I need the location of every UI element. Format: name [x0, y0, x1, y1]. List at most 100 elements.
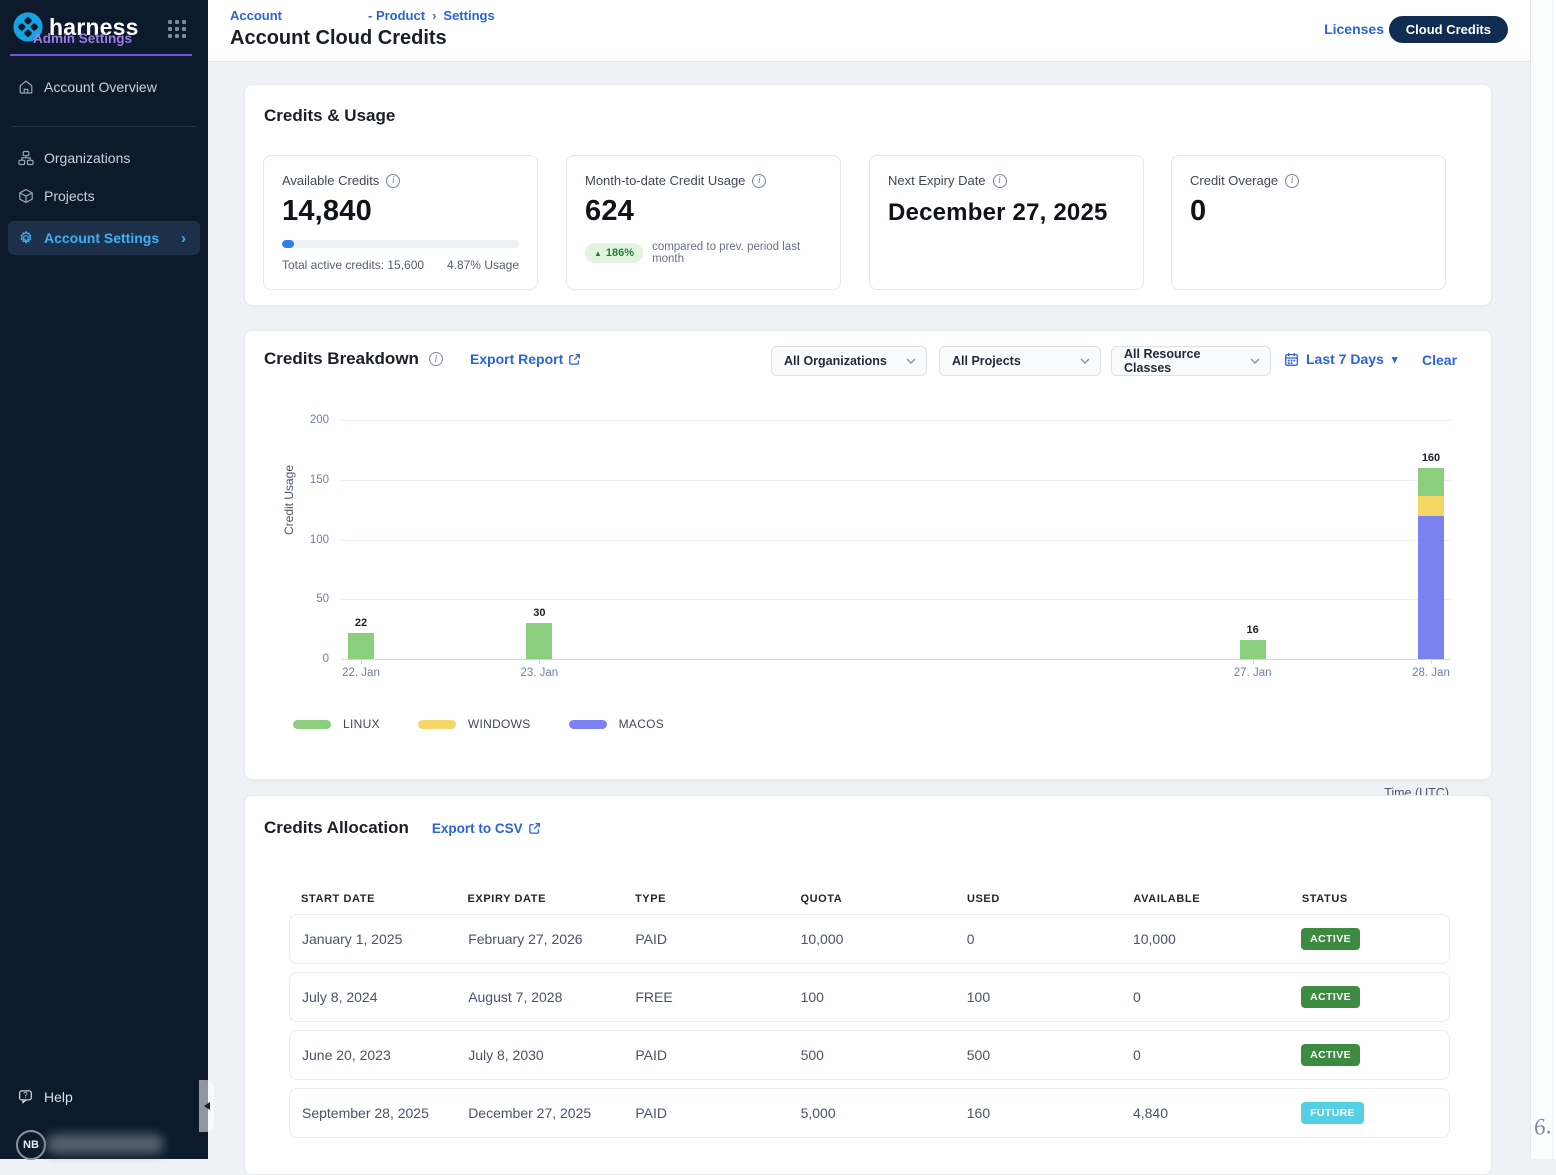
legend-swatch — [418, 720, 456, 729]
export-csv-link[interactable]: Export to CSV — [432, 821, 541, 836]
table-cell: 500 — [801, 1047, 967, 1063]
table-row: July 8, 2024August 7, 2028FREE1001000ACT… — [289, 972, 1450, 1022]
caret-down-icon: ▾ — [1392, 353, 1398, 366]
credits-progress-fill — [282, 240, 294, 248]
trend-note: compared to prev. period last month — [652, 241, 822, 265]
table-cell: 160 — [967, 1105, 1133, 1121]
allocation-table-header: START DATEEXPIRY DATETYPEQUOTAUSEDAVAILA… — [289, 884, 1450, 914]
x-axis-tick-mark — [1431, 659, 1432, 664]
sidebar-item-organizations[interactable]: Organizations — [0, 139, 208, 177]
page-title: Account Cloud Credits — [230, 27, 447, 50]
table-cell: 4,840 — [1133, 1105, 1301, 1121]
chart-gridline — [341, 480, 1451, 481]
column-header-used: USED — [967, 893, 1133, 905]
legend-label: LINUX — [343, 717, 380, 731]
y-axis-tick-label: 0 — [289, 653, 329, 665]
redacted-account-name — [501, 2, 619, 46]
bar-total-label: 16 — [1223, 624, 1283, 636]
sidebar-help[interactable]: ? Help — [0, 1082, 73, 1112]
y-axis-tick-label: 50 — [289, 593, 329, 605]
sidebar-accent-divider — [10, 54, 192, 56]
breadcrumb-separator: › — [432, 8, 436, 23]
table-cell: January 1, 2025 — [302, 931, 468, 947]
column-header-status: STATUS — [1302, 893, 1438, 905]
breadcrumb-account-link[interactable]: Account — [230, 8, 282, 23]
chart-gridline — [341, 540, 1451, 541]
breadcrumb-product-link[interactable]: - Product — [368, 8, 425, 23]
legend-swatch — [293, 720, 331, 729]
sidebar: harness Admin Settings Account OverviewO… — [0, 0, 208, 1159]
y-axis-tick-label: 200 — [289, 414, 329, 426]
info-icon[interactable] — [1285, 174, 1299, 188]
x-axis-tick-mark — [1253, 659, 1254, 664]
sidebar-item-account-overview[interactable]: Account Overview — [0, 68, 208, 106]
y-axis-tick-label: 100 — [289, 534, 329, 546]
table-row: September 28, 2025December 27, 2025PAID5… — [289, 1088, 1450, 1138]
credit-overage-card: Credit Overage 0 — [1171, 155, 1446, 290]
licenses-link[interactable]: Licenses — [1324, 21, 1384, 37]
sidebar-divider — [12, 126, 196, 127]
top-header: Account - Product › Settings Account Clo… — [208, 0, 1556, 62]
table-cell: 0 — [1133, 1047, 1301, 1063]
bar-segment-windows[interactable] — [1418, 496, 1444, 515]
credits-breakdown-title: Credits Breakdown — [264, 349, 419, 369]
clear-filters-button[interactable]: Clear — [1422, 352, 1457, 368]
table-cell: 100 — [967, 989, 1133, 1005]
table-cell: 10,000 — [801, 931, 967, 947]
org-filter-select[interactable]: All Organizations — [771, 346, 927, 376]
card-label: Next Expiry Date — [888, 173, 986, 188]
info-icon[interactable] — [429, 352, 443, 366]
table-cell-status: FUTURE — [1301, 1102, 1437, 1124]
bar-segment-linux[interactable] — [1240, 640, 1266, 659]
info-icon[interactable] — [752, 174, 766, 188]
avatar[interactable]: NB — [16, 1130, 46, 1160]
bar-segment-linux[interactable] — [348, 633, 374, 659]
gear-icon — [18, 230, 34, 246]
legend-item-macos[interactable]: MACOS — [569, 717, 665, 731]
legend-item-linux[interactable]: LINUX — [293, 717, 380, 731]
y-axis-tick-label: 150 — [289, 474, 329, 486]
next-expiry-card: Next Expiry Date December 27, 2025 — [869, 155, 1144, 290]
export-report-link[interactable]: Export Report — [470, 351, 581, 367]
chevron-down-icon — [1250, 358, 1260, 364]
page-scrollbar[interactable] — [1530, 0, 1556, 1159]
total-active-credits: Total active credits: 15,600 — [282, 258, 424, 272]
sidebar-item-label: Account Overview — [44, 79, 157, 95]
project-filter-select[interactable]: All Projects — [939, 346, 1101, 376]
info-icon[interactable] — [993, 174, 1007, 188]
legend-swatch — [569, 720, 607, 729]
bar-total-label: 30 — [509, 607, 569, 619]
legend-label: MACOS — [619, 717, 665, 731]
calendar-icon — [1284, 352, 1299, 367]
table-cell: July 8, 2030 — [468, 1047, 635, 1063]
column-header-available: AVAILABLE — [1133, 893, 1301, 905]
credit-overage-value: 0 — [1190, 195, 1427, 228]
breadcrumb-settings-link[interactable]: Settings — [443, 8, 494, 23]
sidebar-collapse-handle[interactable] — [199, 1080, 214, 1132]
date-range-filter[interactable]: Last 7 Days ▾ — [1284, 351, 1397, 367]
apps-grid-icon[interactable] — [168, 20, 186, 38]
table-cell: July 8, 2024 — [302, 989, 468, 1005]
sidebar-item-projects[interactable]: Projects — [0, 177, 208, 215]
table-cell-status: ACTIVE — [1301, 1044, 1437, 1066]
bar-segment-linux[interactable] — [1418, 468, 1444, 497]
column-header-expiry-date: EXPIRY DATE — [467, 893, 634, 905]
sidebar-item-account-settings[interactable]: Account Settings› — [8, 221, 200, 255]
info-icon[interactable] — [386, 174, 400, 188]
cloud-credits-button[interactable]: Cloud Credits — [1389, 16, 1508, 43]
resource-class-filter-select[interactable]: All Resource Classes — [1111, 346, 1271, 376]
bar-segment-macos[interactable] — [1418, 516, 1444, 659]
sidebar-item-label: Projects — [44, 188, 95, 204]
collapse-arrow-icon — [204, 1102, 210, 1110]
x-axis-tick-mark — [361, 659, 362, 664]
table-cell: 0 — [967, 931, 1133, 947]
table-cell: 10,000 — [1133, 931, 1301, 947]
help-chat-icon: ? — [18, 1089, 35, 1106]
bar-segment-linux[interactable] — [526, 623, 552, 659]
redacted-user-name — [46, 1134, 164, 1154]
table-cell: December 27, 2025 — [468, 1105, 635, 1121]
legend-item-windows[interactable]: WINDOWS — [418, 717, 531, 731]
table-cell: September 28, 2025 — [302, 1105, 468, 1121]
available-credits-card: Available Credits 14,840 Total active cr… — [263, 155, 538, 290]
column-header-type: TYPE — [635, 893, 801, 905]
